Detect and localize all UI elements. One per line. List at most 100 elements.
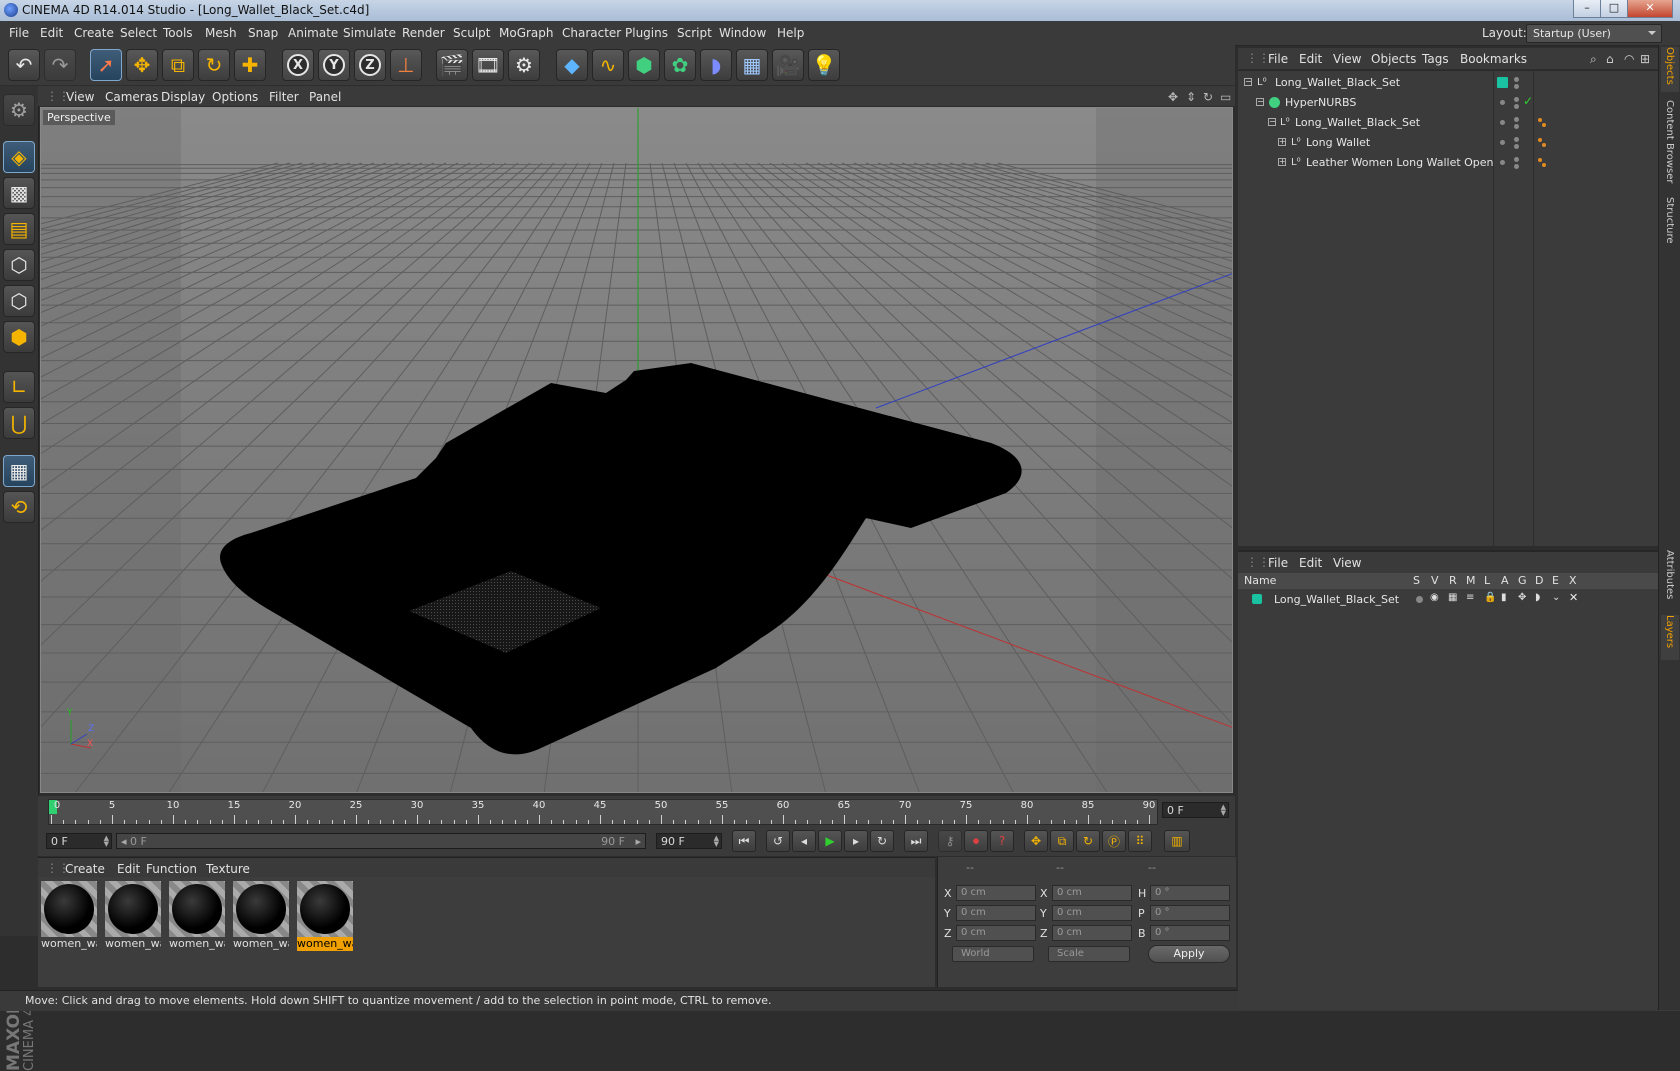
position-x-field[interactable]: 0 cm xyxy=(956,885,1036,901)
menu-edit[interactable]: Edit xyxy=(40,26,63,40)
objects-menu-file[interactable]: File xyxy=(1268,52,1288,66)
material-tag-icon[interactable] xyxy=(1542,143,1546,147)
eye-icon[interactable]: ◉ xyxy=(1430,592,1439,603)
menu-sculpt[interactable]: Sculpt xyxy=(453,26,490,40)
viewport-menu-display[interactable]: Display xyxy=(161,90,205,104)
menu-simulate[interactable]: Simulate xyxy=(343,26,396,40)
undo-button[interactable]: ↶ xyxy=(8,49,40,81)
material-tag-icon[interactable] xyxy=(1538,138,1542,142)
render-dot[interactable] xyxy=(1514,124,1519,129)
deformer-button[interactable]: ◗ xyxy=(700,49,732,81)
spinner-icon[interactable]: ▲ ▼ xyxy=(104,835,109,848)
play-button[interactable]: ▶ xyxy=(818,830,842,852)
current-frame-field[interactable]: 0 F ▲ ▼ xyxy=(1162,802,1229,818)
expand-icon[interactable]: + xyxy=(1278,138,1286,146)
material-swatch[interactable]: women_wa xyxy=(41,881,97,953)
frame-range-slider[interactable]: ◂ 0 F 90 F ▸ xyxy=(116,833,646,849)
object-row[interactable]: + L⁰ Leather Women Long Wallet Open xyxy=(1238,153,1658,172)
redo-button[interactable]: ↷ xyxy=(44,49,76,81)
minimize-button[interactable]: – xyxy=(1573,0,1601,18)
layer-dot[interactable] xyxy=(1500,160,1505,165)
render-view-button[interactable]: 🎬 xyxy=(436,49,468,81)
render-dot[interactable] xyxy=(1514,84,1519,89)
size-x-field[interactable]: 0 cm xyxy=(1052,885,1132,901)
menu-help[interactable]: Help xyxy=(777,26,804,40)
nurbs-button[interactable]: ⬢ xyxy=(628,49,660,81)
material-swatch[interactable]: women_wa xyxy=(169,881,225,953)
column-manager[interactable]: M xyxy=(1466,574,1476,587)
layer-color-swatch[interactable] xyxy=(1497,77,1508,88)
rotation-b-field[interactable]: 0 ° xyxy=(1150,925,1230,941)
checkmark-icon[interactable]: ✓ xyxy=(1523,94,1533,108)
model-mode-button[interactable]: ◈ xyxy=(3,141,35,173)
layer-dot[interactable] xyxy=(1500,120,1505,125)
menu-script[interactable]: Script xyxy=(677,26,712,40)
animation-icon[interactable]: ▮ xyxy=(1501,592,1507,603)
previous-frame-button[interactable]: ◂ xyxy=(792,830,816,852)
material-menu-edit[interactable]: Edit xyxy=(117,862,140,876)
go-to-end-button[interactable]: ⏭ xyxy=(904,830,928,852)
point-mode-button[interactable]: ⬡ xyxy=(3,249,35,281)
object-row[interactable]: − HyperNURBS ✓ xyxy=(1238,93,1658,112)
start-frame-field[interactable]: 0 F ▲ ▼ xyxy=(46,833,112,849)
viewport-zoom-icon[interactable]: ⇕ xyxy=(1186,90,1196,104)
size-mode-dropdown[interactable]: Scale xyxy=(1048,946,1130,962)
object-row[interactable]: − L⁰ Long_Wallet_Black_Set xyxy=(1238,113,1658,132)
size-y-field[interactable]: 0 cm xyxy=(1052,905,1132,921)
material-tag-icon[interactable] xyxy=(1538,158,1542,162)
xref-icon[interactable]: ✕ xyxy=(1569,591,1578,604)
previous-key-button[interactable]: ↺ xyxy=(766,830,790,852)
z-axis-button[interactable]: Z xyxy=(354,49,386,81)
column-view[interactable]: V xyxy=(1431,574,1439,587)
polygon-mode-button[interactable]: ⬢ xyxy=(3,321,35,353)
visibility-dot[interactable] xyxy=(1514,77,1519,82)
menu-character[interactable]: Character xyxy=(562,26,621,40)
home-icon[interactable]: ⌂ xyxy=(1606,52,1614,66)
locked-workplane-button[interactable]: ⟲ xyxy=(3,491,35,523)
collapse-icon[interactable]: − xyxy=(1256,98,1264,106)
menu-animate[interactable]: Animate xyxy=(288,26,338,40)
workplane-mode-button[interactable]: ▤ xyxy=(3,213,35,245)
spline-button[interactable]: ∿ xyxy=(592,49,624,81)
layer-dot[interactable] xyxy=(1500,140,1505,145)
column-render[interactable]: R xyxy=(1449,574,1457,587)
generator-icon[interactable]: ✥ xyxy=(1518,592,1526,603)
spinner-icon[interactable]: ▲ ▼ xyxy=(1221,804,1226,817)
collapse-icon[interactable]: − xyxy=(1244,78,1252,86)
add-button[interactable]: ✚ xyxy=(234,49,266,81)
tab-structure[interactable]: Structure xyxy=(1661,197,1679,252)
array-button[interactable]: ✿ xyxy=(664,49,696,81)
position-z-field[interactable]: 0 cm xyxy=(956,925,1036,941)
search-icon[interactable]: ⌕ xyxy=(1590,52,1597,67)
render-dot[interactable] xyxy=(1514,164,1519,169)
menu-render[interactable]: Render xyxy=(402,26,445,40)
column-deformers[interactable]: D xyxy=(1535,574,1543,587)
layers-menu-edit[interactable]: Edit xyxy=(1299,556,1322,570)
close-button[interactable]: ✕ xyxy=(1627,0,1673,18)
timeline-ruler[interactable]: 0 5 10 15 20 25 30 35 40 45 50 55 60 65 70 75 80 85 90 xyxy=(48,799,1158,825)
scale-button[interactable]: ⧉ xyxy=(162,49,194,81)
rotation-h-field[interactable]: 0 ° xyxy=(1150,885,1230,901)
column-name[interactable]: Name xyxy=(1244,574,1276,587)
make-editable-button[interactable]: ⚙ xyxy=(3,94,35,126)
range-arrow-left-icon[interactable]: ◂ xyxy=(121,835,127,848)
coordinate-system-dropdown[interactable]: World xyxy=(952,946,1034,962)
apply-button[interactable]: Apply xyxy=(1148,945,1230,963)
live-selection-button[interactable]: ➚ xyxy=(90,49,122,81)
rotation-p-field[interactable]: 0 ° xyxy=(1150,905,1230,921)
key-scale-button[interactable]: ⧉ xyxy=(1050,830,1074,852)
position-y-field[interactable]: 0 cm xyxy=(956,905,1036,921)
workplane-lock-button[interactable]: ▦ xyxy=(3,455,35,487)
material-swatch[interactable]: women_wa xyxy=(105,881,161,953)
timeline-window-button[interactable]: ▥ xyxy=(1164,830,1190,852)
menu-create[interactable]: Create xyxy=(74,26,114,40)
material-swatch[interactable]: women_wa xyxy=(233,881,289,953)
column-locked[interactable]: L xyxy=(1484,574,1490,587)
visibility-dot[interactable] xyxy=(1514,117,1519,122)
spinner-icon[interactable]: ▲ ▼ xyxy=(714,835,719,848)
layers-menu-file[interactable]: File xyxy=(1268,556,1288,570)
layers-menu-view[interactable]: View xyxy=(1333,556,1361,570)
axis-mode-button[interactable]: ∟ xyxy=(3,371,35,403)
viewport-rotate-icon[interactable]: ↻ xyxy=(1203,90,1213,104)
key-parameter-button[interactable]: Ⓟ xyxy=(1102,830,1126,852)
